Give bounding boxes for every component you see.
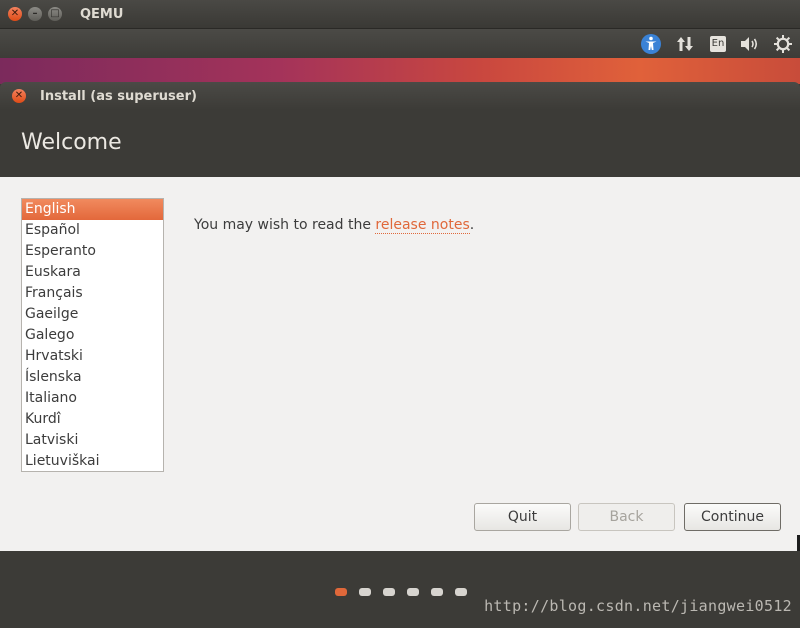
language-item[interactable]: Español (22, 220, 163, 241)
qemu-titlebar: ✕ – □ QEMU (0, 0, 800, 28)
page-title: Welcome (21, 130, 122, 155)
progress-dot (359, 588, 371, 596)
progress-dot (455, 588, 467, 596)
session-indicator[interactable] (772, 29, 794, 58)
language-list[interactable]: English Español Esperanto Euskara Français Ga… (21, 198, 164, 472)
gear-icon (774, 34, 792, 53)
accessibility-icon (641, 33, 661, 54)
back-button[interactable]: Back (578, 503, 675, 531)
installer-window-title: Install (as superuser) (40, 88, 197, 104)
release-prefix: You may wish to read the (194, 217, 376, 233)
installer-close-button[interactable]: ✕ (12, 89, 26, 103)
language-item[interactable]: Galego (22, 325, 163, 346)
quit-button[interactable]: Quit (474, 503, 571, 531)
progress-dot (407, 588, 419, 596)
release-suffix: . (469, 217, 475, 233)
language-item[interactable]: Euskara (22, 262, 163, 283)
installer-titlebar: ✕ Install (as superuser) (0, 82, 800, 110)
language-item[interactable]: Hrvatski (22, 346, 163, 367)
keyboard-layout-label: En (709, 35, 727, 52)
network-arrows-icon (677, 36, 693, 51)
qemu-minimize-button[interactable]: – (28, 7, 42, 21)
release-notes-text: You may wish to read the release notes. (194, 217, 475, 234)
progress-dot (383, 588, 395, 596)
language-item[interactable]: Esperanto (22, 241, 163, 262)
installer-footer: http://blog.csdn.net/jiangwei0512 (0, 551, 800, 628)
watermark: http://blog.csdn.net/jiangwei0512 (484, 597, 792, 615)
language-item[interactable]: Gaeilge (22, 304, 163, 325)
language-item[interactable]: Italiano (22, 388, 163, 409)
installer-body: English Español Esperanto Euskara Français Ga… (0, 177, 800, 551)
qemu-close-button[interactable]: ✕ (8, 7, 22, 21)
language-item[interactable]: Íslenska (22, 367, 163, 388)
continue-button[interactable]: Continue (684, 503, 781, 531)
language-item[interactable]: Kurdî (22, 409, 163, 430)
accessibility-indicator[interactable] (640, 29, 662, 58)
keyboard-layout-indicator[interactable]: En (707, 29, 729, 58)
progress-dot (431, 588, 443, 596)
network-indicator[interactable] (674, 29, 696, 58)
progress-dots (335, 588, 467, 596)
language-item[interactable]: Français (22, 283, 163, 304)
progress-dot (335, 588, 347, 596)
language-item[interactable]: English (22, 199, 163, 220)
volume-icon (741, 36, 758, 51)
qemu-maximize-button[interactable]: □ (48, 7, 62, 21)
qemu-window-title: QEMU (80, 6, 124, 22)
top-panel: En (0, 28, 800, 58)
installer-header: Welcome (0, 110, 800, 177)
language-item[interactable]: Latviski (22, 430, 163, 451)
desktop-wallpaper (0, 58, 800, 84)
language-item[interactable]: Lietuviškai (22, 451, 163, 471)
release-notes-link[interactable]: release notes (375, 217, 470, 234)
sound-indicator[interactable] (738, 29, 762, 58)
